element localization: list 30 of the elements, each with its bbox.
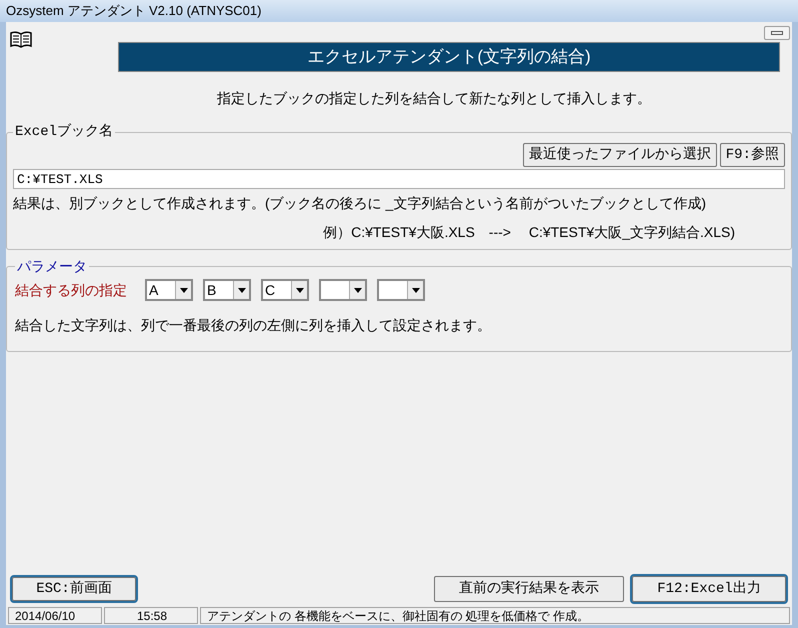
button[interactable]: F12:Excel出力 bbox=[632, 576, 786, 602]
dropdown-arrow-icon bbox=[180, 288, 188, 292]
column-dropdown[interactable] bbox=[319, 279, 367, 301]
button[interactable]: 直前の実行結果を表示 bbox=[434, 576, 624, 602]
file-path-field[interactable]: C:¥TEST.XLS bbox=[13, 169, 785, 189]
field-label: 結合する列の指定 bbox=[15, 280, 127, 300]
dropdown-arrow-icon bbox=[412, 288, 420, 292]
button[interactable]: ESC:前画面 bbox=[12, 577, 136, 602]
button[interactable]: F9:参照 bbox=[720, 143, 785, 167]
example-text: 例）C:¥TEST¥大阪.XLS ---> C:¥TEST¥大阪_文字列結合.XLS) bbox=[323, 223, 735, 242]
insert-note: 結合した文字列は、列で一番最後の列の左側に列を挿入して設定されます。 bbox=[15, 316, 492, 335]
status-cell: 15:58 bbox=[104, 607, 198, 624]
button[interactable]: 最近使ったファイルから選択 bbox=[522, 143, 717, 167]
dropdown-arrow-icon bbox=[238, 288, 246, 292]
window-title: Ozsystem アテンダント V2.10 (ATNYSC01) bbox=[6, 2, 262, 20]
book-icon bbox=[10, 30, 32, 48]
column-dropdown[interactable] bbox=[377, 279, 425, 301]
status-cell: アテンダントの 各機能をベースに、御社固有の 処理を低価格で 作成。 bbox=[200, 607, 790, 624]
dropdown-arrow-icon bbox=[354, 288, 362, 292]
group-label: パラメータ bbox=[16, 257, 88, 276]
column-dropdown[interactable]: A bbox=[145, 279, 193, 301]
column-dropdown[interactable]: B bbox=[203, 279, 251, 301]
column-dropdown[interactable]: C bbox=[261, 279, 309, 301]
status-cell: 2014/06/10 bbox=[8, 607, 102, 624]
minimize-button[interactable] bbox=[764, 26, 790, 40]
group-label: Excelブック名 bbox=[14, 122, 114, 142]
result-note: 結果は、別ブックとして作成されます。(ブック名の後ろに _文字列結合という名前がついたブックとして作成) bbox=[13, 194, 707, 213]
dropdown-arrow-icon bbox=[296, 288, 304, 292]
header-banner: エクセルアテンダント(文字列の結合) bbox=[118, 42, 780, 72]
description-text: 指定したブックの指定した列を結合して新たな列として挿入します。 bbox=[217, 88, 651, 108]
